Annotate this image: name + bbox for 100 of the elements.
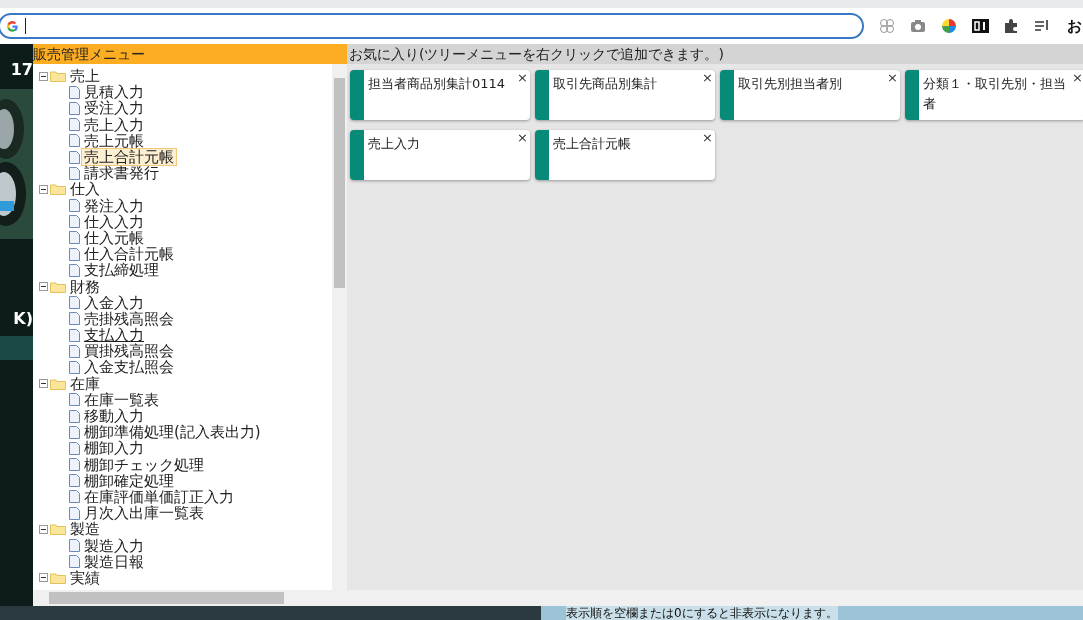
page-icon: [69, 474, 80, 488]
tree-item[interactable]: 製造入力: [82, 537, 146, 554]
hint-text: 表示順を空欄または0にすると非表示になります。: [566, 606, 838, 620]
favorite-label: 分類１・取引先別・担当者: [923, 75, 1067, 113]
folder-icon: [50, 523, 66, 536]
close-icon[interactable]: ×: [702, 130, 713, 145]
strip-text: K): [13, 309, 33, 328]
close-icon[interactable]: ×: [517, 130, 528, 145]
page-icon: [69, 458, 80, 472]
page-icon: [69, 441, 80, 455]
page-icon: [69, 166, 80, 180]
close-icon[interactable]: ×: [702, 70, 713, 85]
page-icon: [69, 393, 80, 407]
tree-folder[interactable]: 仕入: [68, 181, 102, 198]
favorite-label: 担当者商品別集計0114: [368, 75, 507, 93]
address-field[interactable]: [0, 13, 864, 39]
camera-icon[interactable]: [909, 17, 927, 35]
binary-icon[interactable]: [971, 17, 989, 35]
google-icon: [6, 19, 19, 33]
favorite-card[interactable]: 取引先商品別集計 ×: [535, 70, 715, 120]
page-icon: [69, 539, 80, 553]
close-icon[interactable]: ×: [887, 70, 898, 85]
favorite-card[interactable]: 売上入力 ×: [350, 130, 530, 180]
collapse-icon[interactable]: [39, 71, 48, 81]
tree-item[interactable]: 棚卸チェック処理: [82, 456, 206, 473]
tree-folder[interactable]: 実績: [68, 569, 102, 586]
page-icon: [69, 296, 80, 310]
page-icon: [69, 150, 80, 164]
tree-item[interactable]: 移動入力: [82, 408, 146, 425]
tree-item[interactable]: 請求書発行: [82, 165, 161, 182]
page-icon: [69, 85, 80, 99]
tree-folder[interactable]: 売上: [68, 68, 102, 85]
tree-item[interactable]: 売上入力: [82, 116, 146, 133]
folder-icon: [50, 377, 66, 390]
favorite-card[interactable]: 売上合計元帳 ×: [535, 130, 715, 180]
favorite-label: 取引先別担当者別: [738, 75, 843, 93]
folder-icon: [50, 280, 66, 293]
page-icon: [69, 328, 80, 342]
page-icon: [69, 247, 80, 261]
tree-item[interactable]: 仕入入力: [82, 213, 146, 230]
collapse-icon[interactable]: [39, 184, 48, 194]
favorite-label: 売上合計元帳: [553, 135, 632, 153]
folder-icon: [50, 571, 66, 584]
page-icon: [69, 263, 80, 277]
collapse-icon[interactable]: [39, 379, 48, 389]
tree-item[interactable]: 仕入元帳: [82, 229, 146, 246]
tree-item[interactable]: 在庫一覧表: [82, 391, 161, 408]
tree-item[interactable]: 入金入力: [82, 294, 146, 311]
close-icon[interactable]: ×: [517, 70, 528, 85]
favorites-title: お気に入り(ツリーメニューを右クリックで追加できます。): [347, 44, 1083, 64]
text-cursor: [25, 18, 26, 34]
tree-item[interactable]: 売上合計元帳: [82, 149, 176, 166]
page-icon: [69, 312, 80, 326]
page-icon: [69, 134, 80, 148]
tree-item[interactable]: 買掛残高照会: [82, 343, 176, 360]
page-icon: [69, 506, 80, 520]
page-icon: [69, 231, 80, 245]
strip-text: 17: [10, 60, 33, 79]
page-icon: [69, 490, 80, 504]
tree-item[interactable]: 売掛残高照会: [82, 310, 176, 327]
puzzle-icon[interactable]: [1002, 17, 1020, 35]
folder-icon: [50, 183, 66, 196]
tree-item[interactable]: 棚卸準備処理(記入表出力): [82, 424, 263, 441]
tree-item[interactable]: 在庫評価単価訂正入力: [82, 488, 236, 505]
tree-item[interactable]: 見積入力: [82, 84, 146, 101]
page-icon: [69, 425, 80, 439]
collapse-icon[interactable]: [39, 573, 48, 583]
page-icon: [69, 555, 80, 569]
tree-folder[interactable]: 製造: [68, 521, 102, 538]
favorite-card[interactable]: 分類１・取引先別・担当者 ×: [905, 70, 1083, 120]
color-wheel-icon[interactable]: [940, 17, 958, 35]
tree-item[interactable]: 売上元帳: [82, 132, 146, 149]
page-icon: [69, 101, 80, 115]
page-icon: [69, 344, 80, 358]
profile-text[interactable]: お: [1067, 16, 1082, 36]
favorite-label: 取引先商品別集計: [553, 75, 658, 93]
tree-item[interactable]: 仕入合計元帳: [82, 246, 176, 263]
collapse-icon[interactable]: [39, 282, 48, 292]
tree-item[interactable]: 発注入力: [82, 197, 146, 214]
tree-item[interactable]: 支払締処理: [82, 262, 161, 279]
page-icon: [69, 118, 80, 132]
menu-title: 販売管理メニュー: [33, 44, 347, 64]
favorite-label: 売上入力: [368, 135, 421, 153]
tree-item[interactable]: 製造日報: [82, 553, 146, 570]
tree-item[interactable]: 棚卸確定処理: [82, 472, 176, 489]
page-icon: [69, 215, 80, 229]
tree-folder[interactable]: 財務: [68, 278, 102, 295]
favorite-card[interactable]: 取引先別担当者別 ×: [720, 70, 900, 120]
tree-item[interactable]: 支払入力: [82, 327, 146, 344]
tree-item[interactable]: 受注入力: [82, 100, 146, 117]
page-icon: [69, 199, 80, 213]
favorite-card[interactable]: 担当者商品別集計0114 ×: [350, 70, 530, 120]
tree-folder[interactable]: 在庫: [68, 375, 102, 392]
collapse-icon[interactable]: [39, 524, 48, 534]
close-icon[interactable]: ×: [1072, 70, 1083, 85]
page-icon: [69, 360, 80, 374]
tree-item[interactable]: 入金支払照会: [82, 359, 176, 376]
folder-icon: [50, 70, 66, 83]
tree-item[interactable]: 月次入出庫一覧表: [82, 505, 206, 522]
tree-item[interactable]: 棚卸入力: [82, 440, 146, 457]
